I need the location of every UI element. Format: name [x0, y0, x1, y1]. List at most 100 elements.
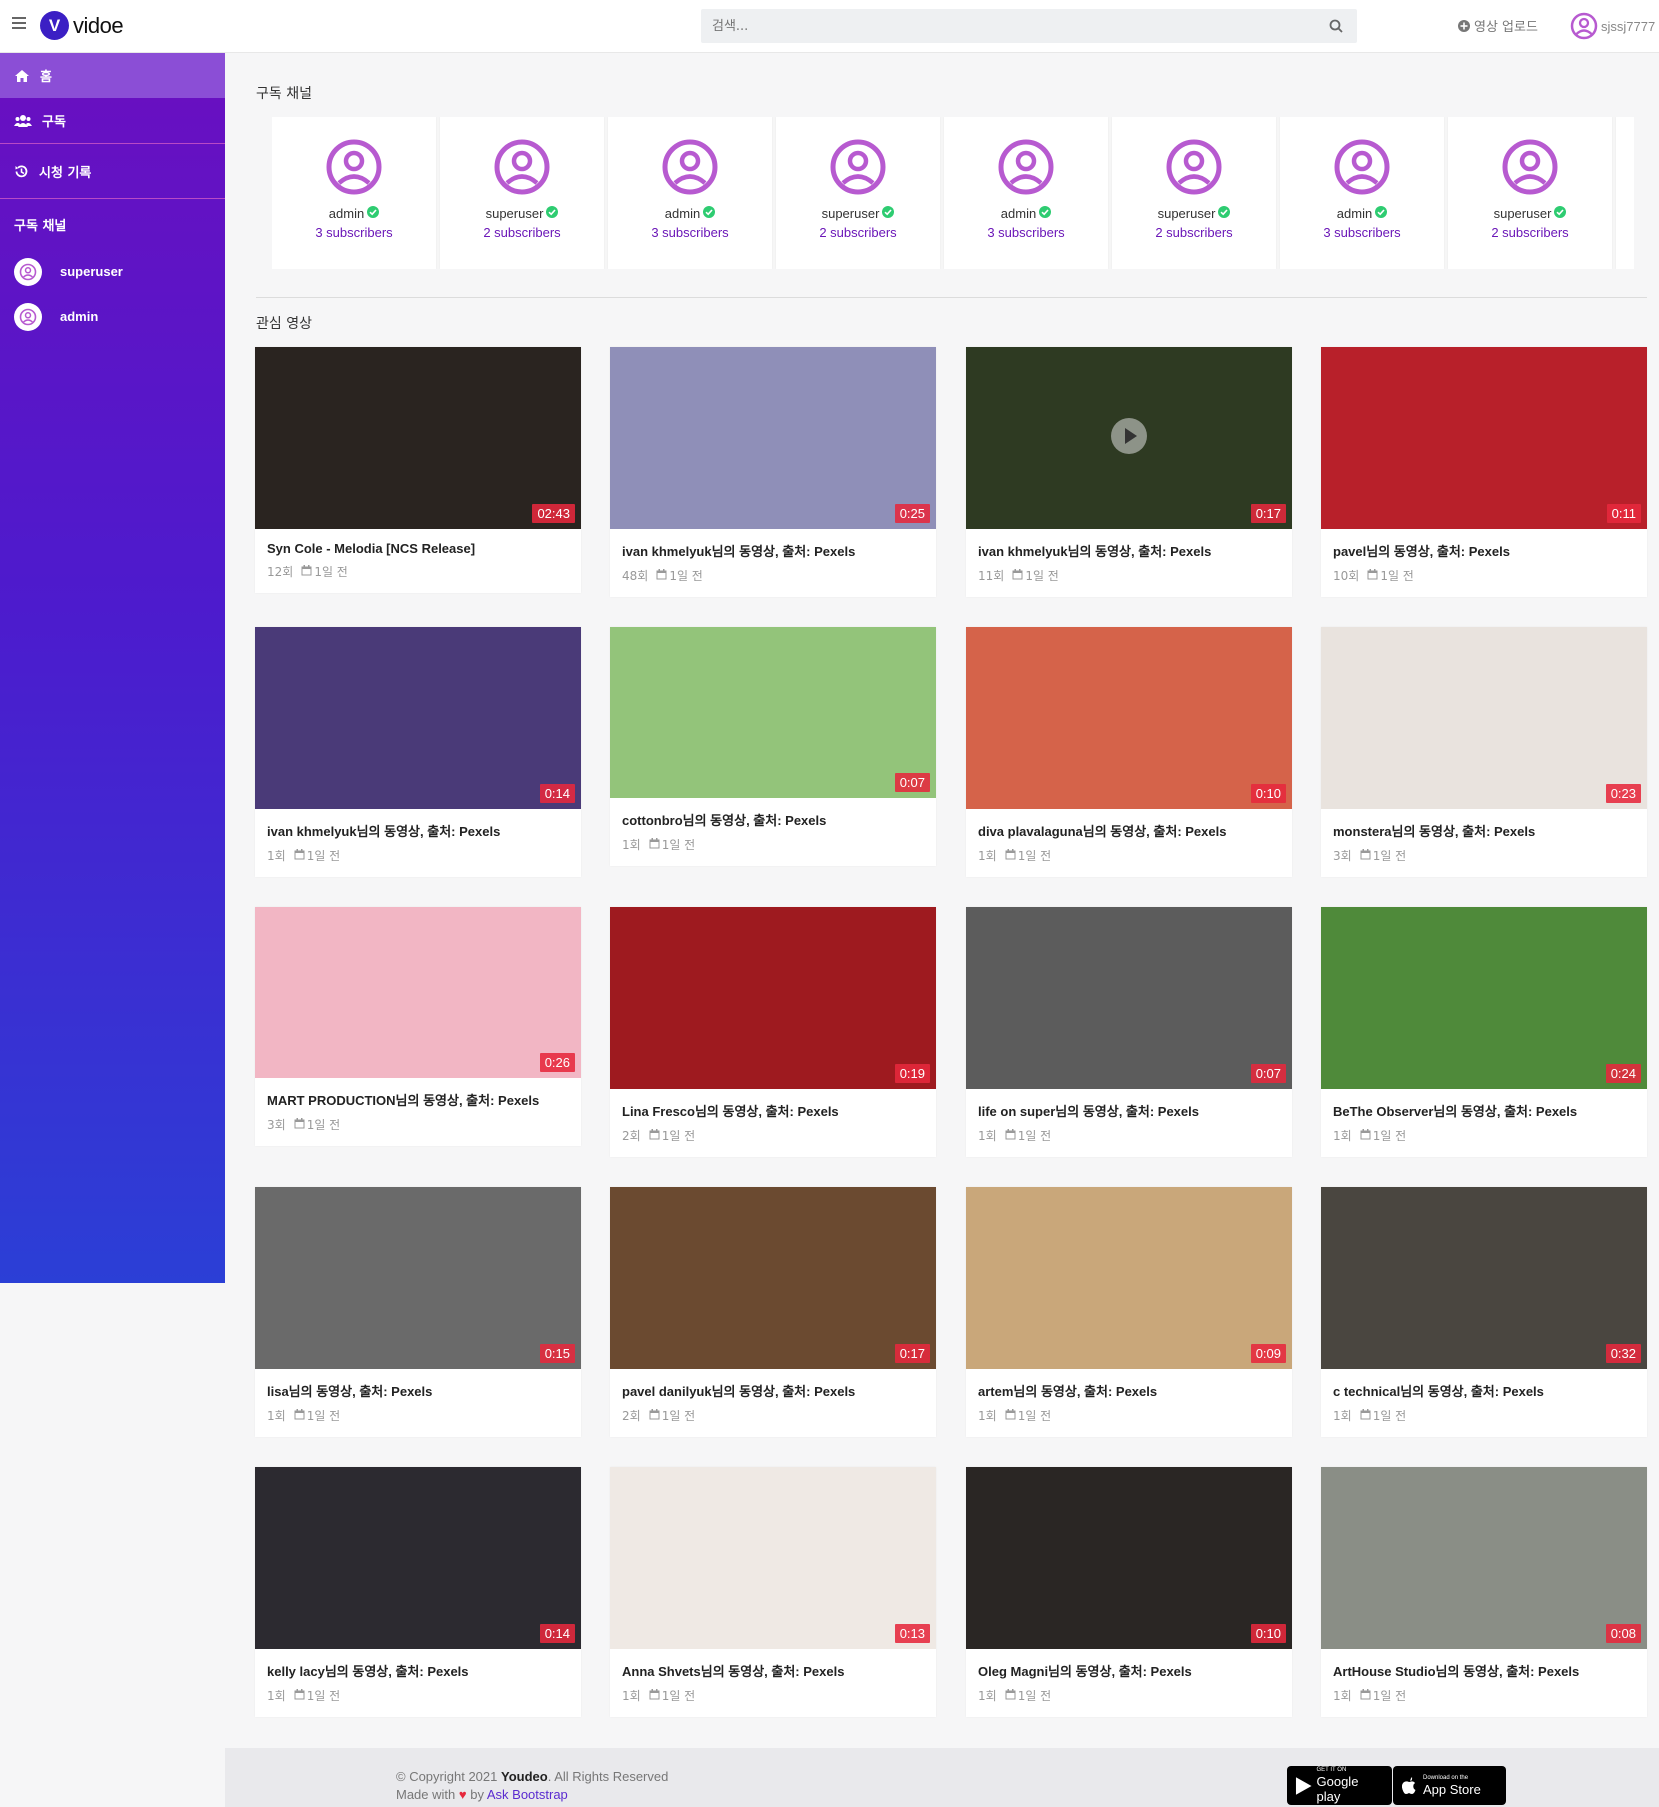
video-title[interactable]: ArtHouse Studio님의 동영상, 출처: Pexels: [1321, 1649, 1647, 1680]
channel-card[interactable]: superuser 2 subscribers: [776, 117, 940, 269]
view-count: 2회: [622, 1409, 641, 1423]
search-icon[interactable]: [1329, 19, 1343, 33]
google-play-button[interactable]: GET IT ON Google play: [1287, 1766, 1392, 1805]
video-card[interactable]: 0:32 c technical님의 동영상, 출처: Pexels 1회 1일 전: [1321, 1187, 1647, 1437]
channel-card[interactable]: admin 3 subscribers: [944, 117, 1108, 269]
video-thumbnail[interactable]: 0:10: [966, 627, 1292, 809]
video-title[interactable]: BeThe Observer님의 동영상, 출처: Pexels: [1321, 1089, 1647, 1120]
avatar-icon: [494, 139, 550, 200]
sidebar-item-subscriptions[interactable]: 구독: [0, 98, 225, 143]
verified-icon: [1554, 206, 1567, 221]
sidebar-item-home[interactable]: 홈: [0, 53, 225, 98]
video-thumbnail[interactable]: 0:32: [1321, 1187, 1647, 1369]
video-card[interactable]: 0:11 pavel님의 동영상, 출처: Pexels 10회 1일 전: [1321, 347, 1647, 597]
video-card[interactable]: 0:09 artem님의 동영상, 출처: Pexels 1회 1일 전: [966, 1187, 1292, 1437]
video-card[interactable]: 0:25 ivan khmelyuk님의 동영상, 출처: Pexels 48회 1일…: [610, 347, 936, 597]
channel-card[interactable]: admin 3 subscribers: [1280, 117, 1444, 269]
video-card[interactable]: 0:14 kelly lacy님의 동영상, 출처: Pexels 1회 1일 전: [255, 1467, 581, 1717]
video-title[interactable]: Syn Cole - Melodia [NCS Release]: [255, 529, 581, 556]
video-card[interactable]: 0:15 lisa님의 동영상, 출처: Pexels 1회 1일 전: [255, 1187, 581, 1437]
video-thumbnail[interactable]: 0:24: [1321, 907, 1647, 1089]
upload-button[interactable]: 영상 업로드: [1458, 16, 1538, 35]
video-thumbnail[interactable]: 0:10: [966, 1467, 1292, 1649]
sidebar-channel-superuser[interactable]: superuser: [0, 249, 225, 294]
video-card[interactable]: 0:17 ivan khmelyuk님의 동영상, 출처: Pexels 11회 1일…: [966, 347, 1292, 597]
calendar-icon: [1367, 568, 1378, 583]
channel-name-row: admin: [329, 206, 380, 221]
apple-icon: [1401, 1777, 1416, 1794]
video-thumbnail[interactable]: 0:17: [966, 347, 1292, 529]
video-thumbnail[interactable]: 0:23: [1321, 627, 1647, 809]
channel-subscribers: 2 subscribers: [483, 225, 561, 240]
video-title[interactable]: Lina Fresco님의 동영상, 출처: Pexels: [610, 1089, 936, 1120]
channel-card[interactable]: admin 3 subscribers: [272, 117, 436, 269]
video-card[interactable]: 0:26 MART PRODUCTION님의 동영상, 출처: Pexels 3회 1…: [255, 907, 581, 1146]
video-title[interactable]: monstera님의 동영상, 출처: Pexels: [1321, 809, 1647, 840]
video-thumbnail[interactable]: 0:25: [610, 347, 936, 529]
video-title[interactable]: Oleg Magni님의 동영상, 출처: Pexels: [966, 1649, 1292, 1680]
video-card[interactable]: 0:14 ivan khmelyuk님의 동영상, 출처: Pexels 1회 1일 …: [255, 627, 581, 877]
video-title[interactable]: MART PRODUCTION님의 동영상, 출처: Pexels: [255, 1078, 581, 1109]
upload-date: 1일 전: [314, 565, 348, 579]
app-store-button[interactable]: Download on the App Store: [1393, 1766, 1506, 1805]
menu-icon[interactable]: [12, 17, 26, 29]
video-title[interactable]: pavel danilyuk님의 동영상, 출처: Pexels: [610, 1369, 936, 1400]
channel-card[interactable]: [1616, 117, 1634, 269]
video-thumbnail[interactable]: 0:15: [255, 1187, 581, 1369]
video-title[interactable]: c technical님의 동영상, 출처: Pexels: [1321, 1369, 1647, 1400]
calendar-icon: [1360, 1408, 1371, 1423]
sidebar-channel-admin[interactable]: admin: [0, 294, 225, 339]
video-card[interactable]: 02:43 Syn Cole - Melodia [NCS Release] 12회…: [255, 347, 581, 593]
video-title[interactable]: pavel님의 동영상, 출처: Pexels: [1321, 529, 1647, 560]
video-card[interactable]: 0:17 pavel danilyuk님의 동영상, 출처: Pexels 2회 1일…: [610, 1187, 936, 1437]
video-thumbnail[interactable]: 0:13: [610, 1467, 936, 1649]
video-card[interactable]: 0:23 monstera님의 동영상, 출처: Pexels 3회 1일 전: [1321, 627, 1647, 877]
video-thumbnail[interactable]: 0:17: [610, 1187, 936, 1369]
video-thumbnail[interactable]: 02:43: [255, 347, 581, 529]
ask-bootstrap-link[interactable]: Ask Bootstrap: [487, 1787, 568, 1802]
channel-card[interactable]: superuser 2 subscribers: [440, 117, 604, 269]
video-title[interactable]: cottonbro님의 동영상, 출처: Pexels: [610, 798, 936, 829]
video-title[interactable]: life on super님의 동영상, 출처: Pexels: [966, 1089, 1292, 1120]
video-card[interactable]: 0:19 Lina Fresco님의 동영상, 출처: Pexels 2회 1일 전: [610, 907, 936, 1157]
video-title[interactable]: ivan khmelyuk님의 동영상, 출처: Pexels: [255, 809, 581, 840]
video-title[interactable]: lisa님의 동영상, 출처: Pexels: [255, 1369, 581, 1400]
video-title[interactable]: ivan khmelyuk님의 동영상, 출처: Pexels: [610, 529, 936, 560]
video-card[interactable]: 0:24 BeThe Observer님의 동영상, 출처: Pexels 1회 1일…: [1321, 907, 1647, 1157]
view-count: 3회: [267, 1118, 286, 1132]
avatar-icon: [14, 302, 42, 331]
video-title[interactable]: kelly lacy님의 동영상, 출처: Pexels: [255, 1649, 581, 1680]
video-title[interactable]: Anna Shvets님의 동영상, 출처: Pexels: [610, 1649, 936, 1680]
video-card[interactable]: 0:07 life on super님의 동영상, 출처: Pexels 1회 1일 …: [966, 907, 1292, 1157]
sidebar-item-history[interactable]: 시청 기록: [0, 144, 225, 198]
video-thumbnail[interactable]: 0:14: [255, 627, 581, 809]
channel-card[interactable]: admin 3 subscribers: [608, 117, 772, 269]
video-thumbnail[interactable]: 0:11: [1321, 347, 1647, 529]
search-input[interactable]: [701, 9, 1301, 43]
video-card[interactable]: 0:07 cottonbro님의 동영상, 출처: Pexels 1회 1일 전: [610, 627, 936, 866]
video-card[interactable]: 0:10 Oleg Magni님의 동영상, 출처: Pexels 1회 1일 전: [966, 1467, 1292, 1717]
play-icon[interactable]: [1111, 418, 1147, 454]
video-thumbnail[interactable]: 0:14: [255, 1467, 581, 1649]
video-card[interactable]: 0:10 diva plavalaguna님의 동영상, 출처: Pexels 1회…: [966, 627, 1292, 877]
user-menu[interactable]: sjssj7777: [1570, 12, 1655, 40]
logo[interactable]: V vidoe: [40, 11, 124, 40]
video-thumbnail[interactable]: 0:09: [966, 1187, 1292, 1369]
video-thumbnail[interactable]: 0:26: [255, 907, 581, 1078]
video-thumbnail[interactable]: 0:08: [1321, 1467, 1647, 1649]
video-title[interactable]: ivan khmelyuk님의 동영상, 출처: Pexels: [966, 529, 1292, 560]
video-title[interactable]: diva plavalaguna님의 동영상, 출처: Pexels: [966, 809, 1292, 840]
view-count: 1회: [978, 1689, 997, 1703]
verified-icon: [546, 206, 559, 221]
video-thumbnail[interactable]: 0:19: [610, 907, 936, 1089]
video-card[interactable]: 0:08 ArtHouse Studio님의 동영상, 출처: Pexels 1회 1…: [1321, 1467, 1647, 1717]
video-thumbnail[interactable]: 0:07: [610, 627, 936, 798]
duration-badge: 0:11: [1606, 504, 1641, 523]
channel-name: superuser: [821, 206, 880, 221]
channel-card[interactable]: superuser 2 subscribers: [1112, 117, 1276, 269]
video-title[interactable]: artem님의 동영상, 출처: Pexels: [966, 1369, 1292, 1400]
channel-card[interactable]: superuser 2 subscribers: [1448, 117, 1612, 269]
video-card[interactable]: 0:13 Anna Shvets님의 동영상, 출처: Pexels 1회 1일 전: [610, 1467, 936, 1717]
video-thumbnail[interactable]: 0:07: [966, 907, 1292, 1089]
sidebar-item-label: 시청 기록: [39, 165, 92, 181]
